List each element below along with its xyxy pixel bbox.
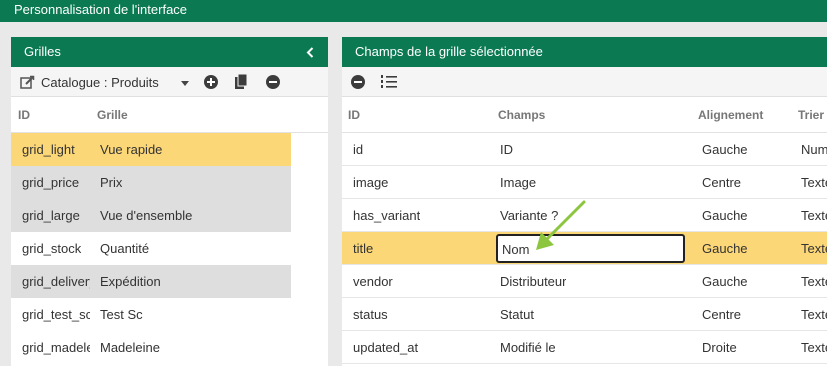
grids-table-body: grid_light Vue rapide grid_price Prix grid_l… [11,133,328,364]
grid-row-label: Madeleine [100,340,160,355]
grids-toolbar: Catalogue : Produits [11,67,328,97]
field-row-trier: Num [801,142,827,157]
field-row[interactable]: vendor Distributeur Gauche Texte [342,265,827,298]
remove-field-icon[interactable] [351,75,365,89]
annotation-arrow [536,200,586,250]
field-row-champ: Image [500,175,537,190]
grid-row-label: Prix [100,175,123,190]
field-row-id: image [353,175,389,190]
grid-row-label: Quantité [100,241,150,256]
field-row-trier: Texte [801,274,827,289]
grid-row-id: grid_light [22,142,75,157]
grid-row-label: Vue rapide [100,142,163,157]
col-grille-header[interactable]: Grille [97,108,128,122]
field-row-trier: Texte [801,340,827,355]
field-row[interactable]: image Image Centre Texte [342,166,827,199]
field-row-align: Centre [702,307,742,322]
field-row-align: Centre [702,175,742,190]
field-row-align: Gauche [702,142,748,157]
field-row-champ: Modifié le [500,340,556,355]
grid-row-id: grid_delivery [22,274,90,289]
field-row-trier: Texte [801,307,827,322]
field-row-trier: Texte [801,208,827,223]
fields-table-header: ID Champs Alignement Trier [342,97,827,133]
col-champs-header[interactable]: Champs [498,108,545,122]
grid-row-id: grid_price [22,175,80,190]
grid-row[interactable]: grid_delivery Expédition [11,265,291,298]
chevron-left-icon[interactable] [306,47,314,58]
field-row-align: Droite [702,340,737,355]
field-row[interactable]: status Statut Centre Texte [342,298,827,331]
col-trier-header[interactable]: Trier [798,108,824,122]
grid-row[interactable]: grid_madeleine Madeleine [11,331,291,364]
grid-row-id: grid_large [22,208,80,223]
grid-row-label: Expédition [100,274,161,289]
remove-icon[interactable] [266,75,280,89]
add-icon[interactable] [204,75,218,89]
fields-panel-header: Champs de la grille sélectionnée [342,37,827,67]
fields-toolbar [342,67,827,97]
catalogue-select[interactable]: Catalogue : Produits [41,75,159,90]
field-row-champ: ID [500,142,513,157]
field-row-id: title [353,241,374,256]
grid-row[interactable]: grid_price Prix [11,166,291,199]
grids-table-header: ID Grille [11,97,328,133]
field-row-id: has_variant [353,208,421,223]
field-row-id: updated_at [353,340,419,355]
field-name-input[interactable]: Nom [496,234,685,263]
field-row-champ: Distributeur [500,274,567,289]
numbered-list-icon[interactable] [380,74,397,89]
col-alignement-header[interactable]: Alignement [698,108,763,122]
grid-row-id: grid_stock [22,241,82,256]
window-title-bar: Personnalisation de l'interface [0,0,827,22]
grids-panel: Grilles Catalogue : Produits ID Grille g… [11,37,328,366]
field-row-id: vendor [353,274,393,289]
grids-panel-title: Grilles [24,44,61,59]
catalogue-select-value: Catalogue : Produits [41,75,159,90]
grid-row-id: grid_madeleine [22,340,90,355]
edit-icon[interactable] [20,75,35,90]
window-title: Personnalisation de l'interface [14,2,188,17]
field-name-input-value: Nom [502,242,530,257]
field-row-trier: Texte [801,175,827,190]
field-row-align: Gauche [702,241,748,256]
field-row-id: status [353,307,388,322]
grids-panel-header: Grilles [11,37,328,67]
field-row-align: Gauche [702,208,748,223]
field-row-champ: Statut [500,307,534,322]
grid-row[interactable]: grid_stock Quantité [11,232,291,265]
copy-icon[interactable] [235,74,248,89]
col-id-header[interactable]: ID [18,108,30,122]
grid-row[interactable]: grid_large Vue d'ensemble [11,199,291,232]
grid-row-label: Test Sc [100,307,143,322]
caret-down-icon[interactable] [181,81,189,86]
field-row-trier: Texte [801,241,827,256]
field-row[interactable]: id ID Gauche Num [342,133,827,166]
field-row-align: Gauche [702,274,748,289]
field-row-id: id [353,142,364,157]
grid-row-id: grid_test_sc [22,307,90,322]
col-field-id-header[interactable]: ID [348,108,360,122]
grid-row[interactable]: grid_test_sc Test Sc [11,298,291,331]
fields-panel-title: Champs de la grille sélectionnée [355,44,543,59]
grid-row-label: Vue d'ensemble [100,208,193,223]
field-row[interactable]: updated_at Modifié le Droite Texte [342,331,827,364]
grid-row[interactable]: grid_light Vue rapide [11,133,291,166]
